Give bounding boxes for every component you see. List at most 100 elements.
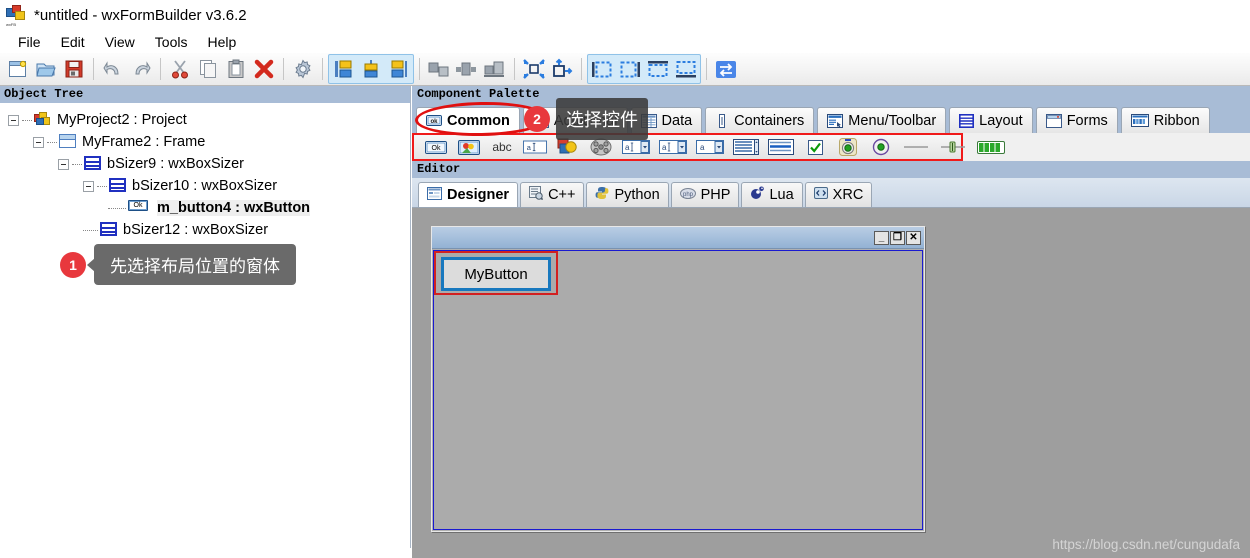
editor-tab-php[interactable]: php PHP <box>670 182 740 207</box>
lua-icon <box>750 186 765 204</box>
palette-item-wxcheckbox[interactable] <box>803 137 827 157</box>
editor-tab-label: PHP <box>700 187 731 203</box>
palette-item-wxchecklistbox[interactable] <box>768 137 794 157</box>
clipboard-paste-icon <box>228 59 244 78</box>
palette-item-wxcombobox[interactable]: a <box>622 137 650 157</box>
align-bottom-button[interactable] <box>481 55 509 83</box>
palette-item-wxstatictext[interactable]: abc <box>490 137 514 157</box>
expand-button[interactable] <box>520 55 548 83</box>
palette-item-wxbitmapbutton[interactable] <box>457 137 481 157</box>
designer-canvas[interactable]: _ ❐ ✕ MyButton https://blog.csdn.net/cun… <box>412 208 1250 558</box>
palette-tab-menu-toolbar[interactable]: Menu/Toolbar <box>817 107 947 133</box>
palette-item-wxchoice[interactable]: a <box>659 137 687 157</box>
cut-button[interactable] <box>166 55 194 83</box>
tree-node-myframe2[interactable]: MyFrame2 : Frame <box>0 131 410 153</box>
svg-text:Ok: Ok <box>432 145 441 152</box>
palette-tab-layout[interactable]: Layout <box>949 107 1033 133</box>
tree-node-label: bSizer9 : wxBoxSizer <box>107 156 244 172</box>
editor-tab-lua[interactable]: Lua <box>741 182 803 207</box>
palette-tab-containers[interactable]: Containers <box>705 107 815 133</box>
palette-tab-common[interactable]: ok Common <box>416 107 520 133</box>
menu-item-tools[interactable]: Tools <box>145 32 198 52</box>
tree-node-myproject2[interactable]: MyProject2 : Project <box>0 109 410 131</box>
toolbar-separator <box>514 58 515 80</box>
form-client-area[interactable]: MyButton <box>433 250 923 530</box>
border-top-button[interactable] <box>644 55 672 83</box>
floppy-save-icon <box>65 60 83 78</box>
save-file-button[interactable] <box>60 55 88 83</box>
checklistbox-icon <box>768 139 794 155</box>
menu-item-edit[interactable]: Edit <box>51 32 95 52</box>
palette-item-wxlistbox[interactable] <box>733 137 759 157</box>
align-left-button[interactable] <box>329 55 357 83</box>
new-file-button[interactable] <box>4 55 32 83</box>
minimize-button[interactable]: _ <box>874 230 889 245</box>
palette-tab-forms[interactable]: Forms <box>1035 107 1118 133</box>
menu-item-view[interactable]: View <box>95 32 145 52</box>
right-panel: Component Palette ok Common Additional D… <box>412 86 1250 558</box>
border-right-button[interactable] <box>616 55 644 83</box>
palette-item-wxbutton[interactable]: Ok <box>424 137 448 157</box>
undo-button[interactable] <box>99 55 127 83</box>
redo-button[interactable] <box>127 55 155 83</box>
paste-button[interactable] <box>222 55 250 83</box>
toolbar-separator <box>322 58 323 80</box>
copy-button[interactable] <box>194 55 222 83</box>
svg-text:a: a <box>662 143 667 152</box>
editor-tab-label: Python <box>614 187 660 203</box>
watermark-text: https://blog.csdn.net/cungudafa <box>1052 537 1240 552</box>
palette-tab-label: Layout <box>979 112 1023 129</box>
palette-tab-label: Common <box>447 112 510 129</box>
align-right-button[interactable] <box>385 55 413 83</box>
menu-item-file[interactable]: File <box>8 32 51 52</box>
object-tree-body[interactable]: MyProject2 : Project MyFrame2 : Frame bS… <box>0 103 410 548</box>
maximize-button[interactable]: ❐ <box>890 230 905 245</box>
cpp-icon <box>529 186 544 204</box>
tree-node-bsizer12[interactable]: bSizer12 : wxBoxSizer <box>0 219 410 241</box>
align-top-button[interactable] <box>425 55 453 83</box>
mybutton-button[interactable]: MyButton <box>441 257 551 291</box>
expander-icon[interactable] <box>8 114 19 126</box>
menu-item-help[interactable]: Help <box>197 32 246 52</box>
tree-connector <box>97 185 107 187</box>
palette-item-wxtextctrl[interactable]: a <box>523 137 547 157</box>
editor-tab-designer[interactable]: Designer <box>418 182 519 207</box>
close-button[interactable]: ✕ <box>906 230 921 245</box>
palette-item-wxradiobutton[interactable] <box>836 137 860 157</box>
tree-node-m-button4[interactable]: Ok m_button4 : wxButton <box>0 197 410 219</box>
delete-button[interactable] <box>250 55 278 83</box>
tree-node-bsizer9[interactable]: bSizer9 : wxBoxSizer <box>0 153 410 175</box>
palette-tab-ribbon[interactable]: Ribbon <box>1120 107 1210 133</box>
stretch-button[interactable] <box>548 55 576 83</box>
editor-tab-cpp[interactable]: C++ <box>520 182 585 207</box>
main-toolbar <box>0 53 1250 86</box>
tree-connector <box>47 141 57 143</box>
open-file-button[interactable] <box>32 55 60 83</box>
align-middle-button[interactable] <box>453 55 481 83</box>
palette-item-wxgauge[interactable] <box>976 137 1006 157</box>
menu-toolbar-icon <box>827 113 844 128</box>
border-bottom-button[interactable] <box>672 55 700 83</box>
window-title: *untitled - wxFormBuilder v3.6.2 <box>34 6 247 24</box>
editor-tab-python[interactable]: Python <box>586 182 669 207</box>
tree-node-bsizer10[interactable]: bSizer10 : wxBoxSizer <box>0 175 410 197</box>
generate-code-button[interactable] <box>289 55 317 83</box>
palette-item-wxtogglebutton[interactable] <box>869 137 893 157</box>
palette-item-wxstaticline[interactable] <box>902 137 930 157</box>
python-icon <box>595 186 609 204</box>
expander-icon[interactable] <box>33 136 44 148</box>
border-right-icon <box>620 61 640 78</box>
editor-tab-xrc[interactable]: XRC <box>804 182 873 207</box>
align-center-button[interactable] <box>357 55 385 83</box>
swap-orientation-button[interactable] <box>712 55 740 83</box>
palette-item-wxanimationctrl[interactable] <box>589 137 613 157</box>
expander-icon[interactable] <box>58 158 69 170</box>
form-preview-window[interactable]: _ ❐ ✕ MyButton <box>431 226 925 532</box>
scissors-icon <box>172 60 188 79</box>
palette-tab-label: Forms <box>1066 112 1108 129</box>
palette-item-wxbitmapcombobox[interactable]: a <box>696 137 724 157</box>
palette-item-wxslider[interactable] <box>939 137 967 157</box>
border-left-button[interactable] <box>588 55 616 83</box>
palette-item-wxstaticbitmap[interactable] <box>556 137 580 157</box>
expander-icon[interactable] <box>83 180 94 192</box>
